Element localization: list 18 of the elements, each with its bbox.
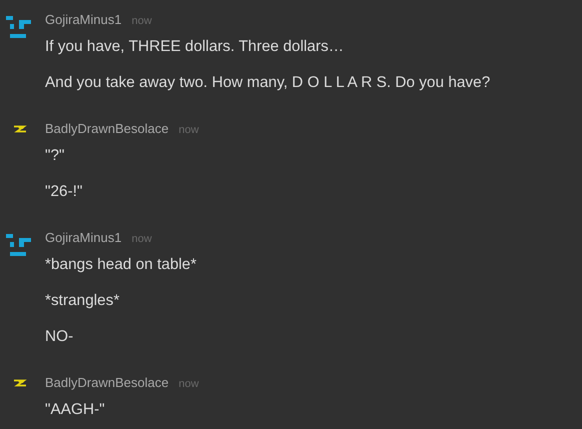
message-text: *bangs head on table* (45, 255, 196, 275)
message-text: *strangles* (45, 291, 120, 311)
message-text: "26-!" (45, 182, 84, 202)
message-time: now (178, 378, 199, 390)
author-name: BadlyDrawnBesolace (45, 375, 169, 390)
message-text: NO- (45, 327, 74, 347)
message-time: now (132, 15, 152, 27)
author-name: GojiraMinus1 (45, 230, 122, 245)
message-text: "AAGH-" (45, 400, 106, 420)
author-name: BadlyDrawnBesolace (45, 121, 169, 136)
message-text: If you have, THREE dollars. Three dollars… (45, 37, 345, 57)
author-name: GojiraMinus1 (45, 12, 122, 27)
message-time: now (132, 233, 152, 245)
message-text: "?" (45, 146, 66, 166)
block-avatar-icon (6, 16, 32, 40)
message-time: now (178, 124, 199, 136)
block-avatar-icon (6, 234, 32, 258)
message-text: And you take away two. How many, D O L L A R S. Do you have? (45, 73, 490, 93)
